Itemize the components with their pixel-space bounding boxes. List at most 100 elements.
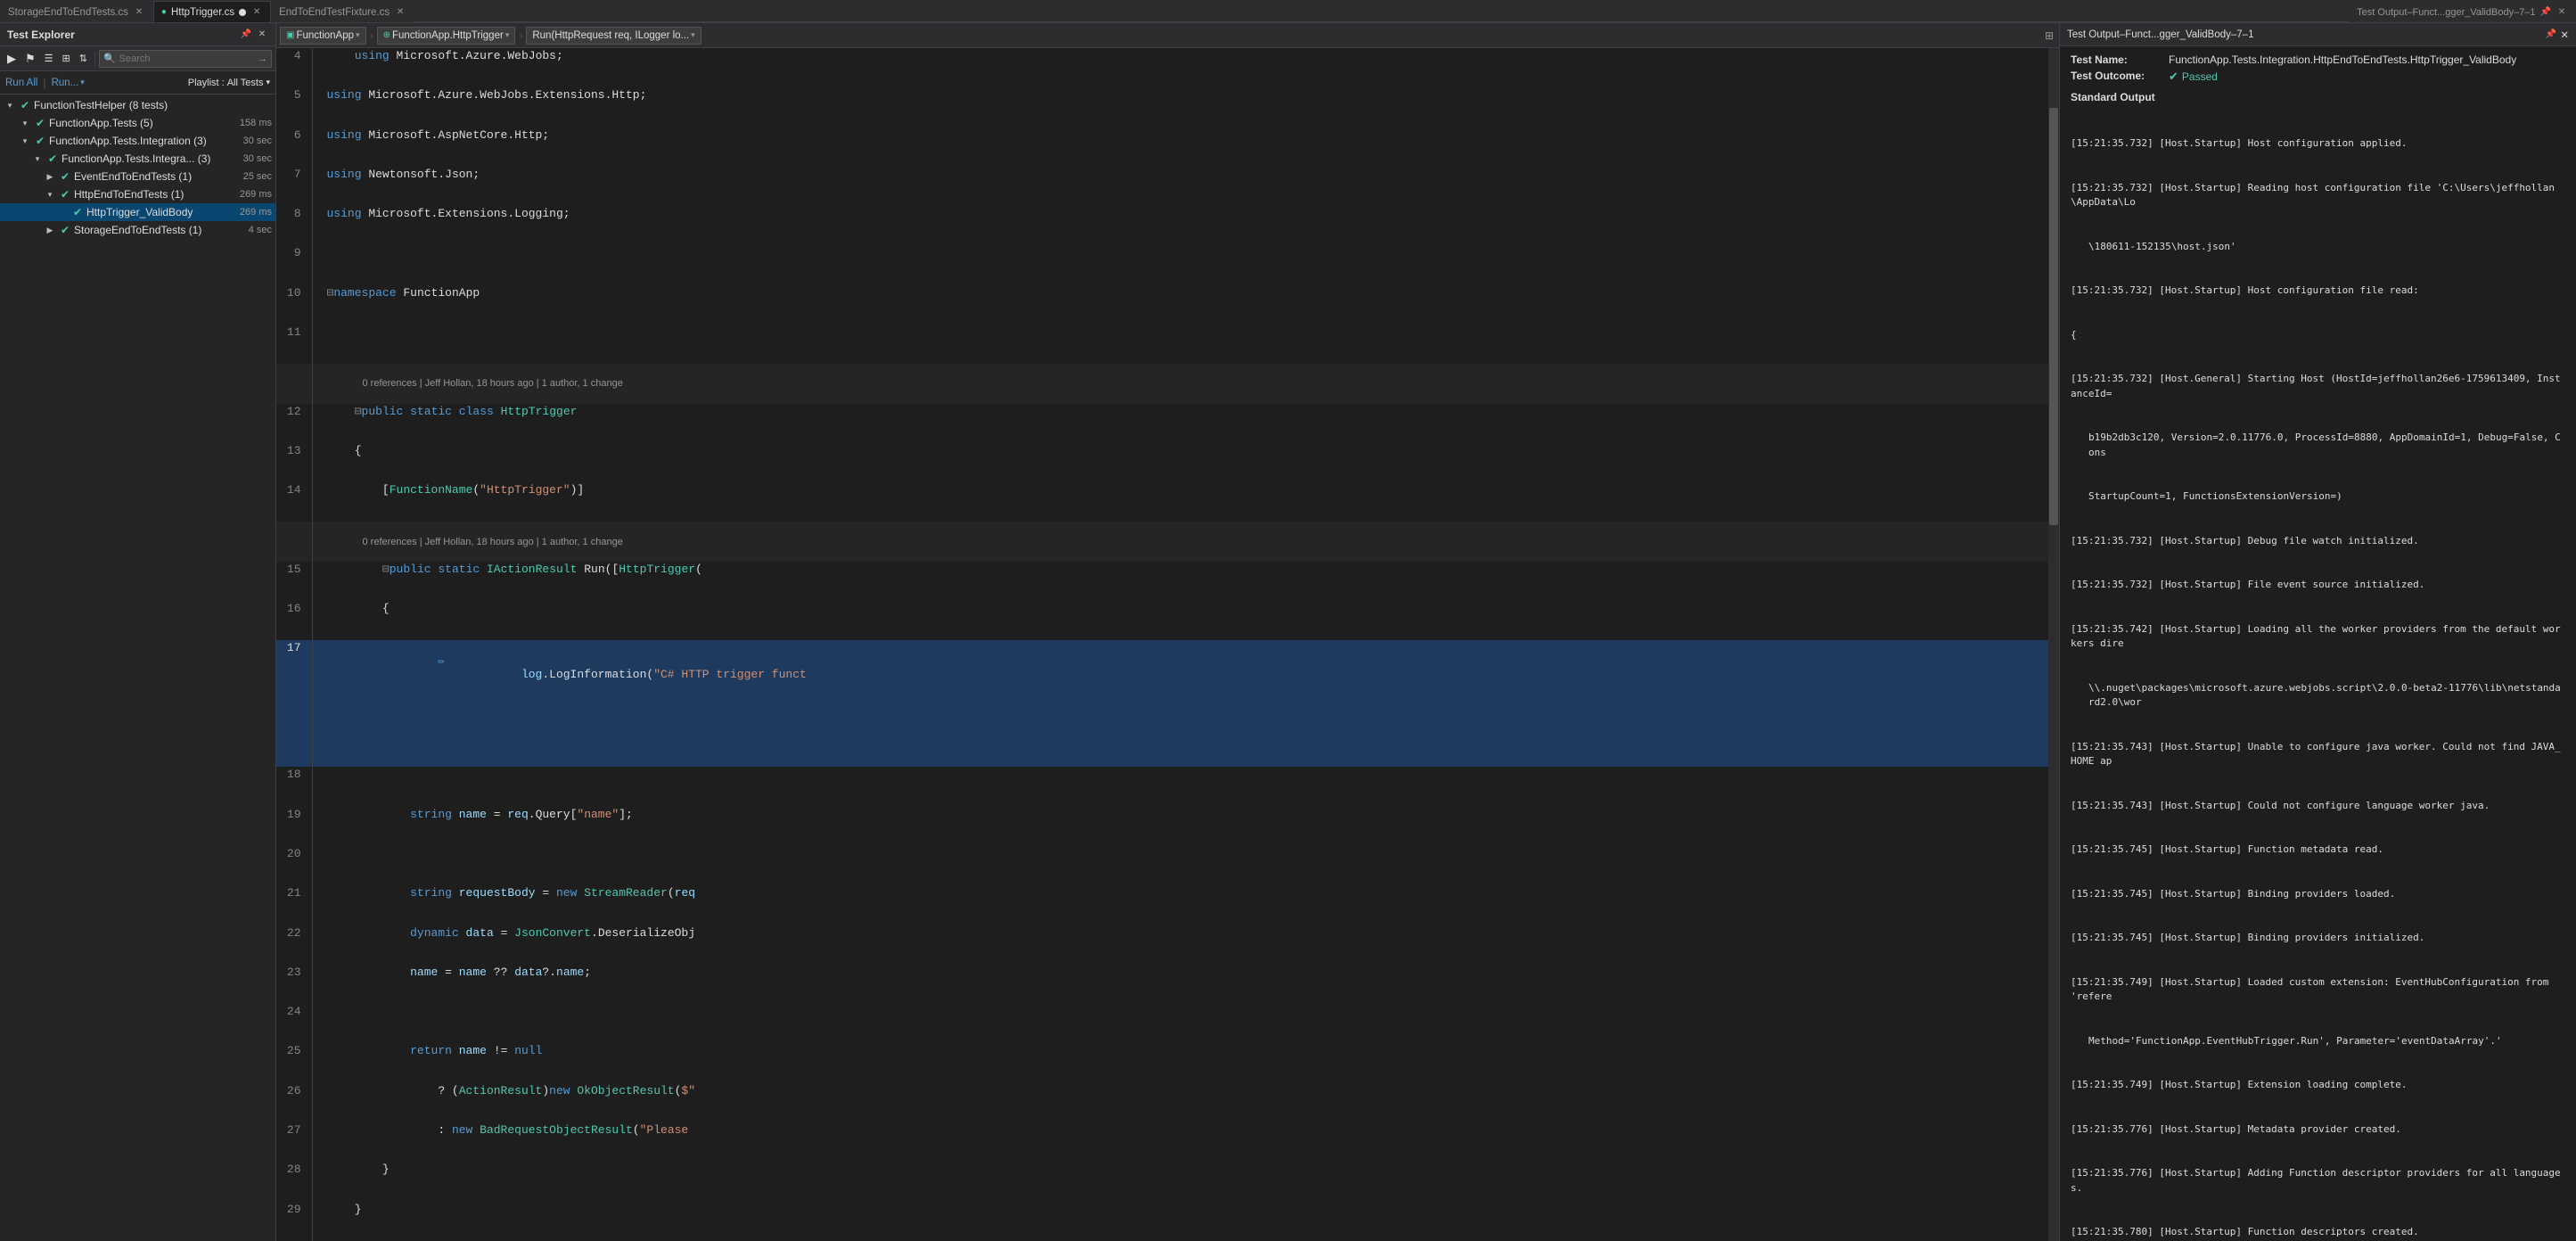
tab-httptrigger[interactable]: ● HttpTrigger.cs ✕ [153, 1, 271, 22]
log-line-4c: StartupCount=1, FunctionsExtensionVersio… [2071, 489, 2565, 505]
tree-item-httpendtoend[interactable]: ▾ ✔ HttpEndToEndTests (1) 269 ms [0, 185, 275, 203]
log-line-11: [15:21:35.745] [Host.Startup] Binding pr… [2071, 887, 2565, 902]
breadcrumb-2[interactable]: ⊕ FunctionApp.HttpTrigger ▾ [377, 27, 516, 45]
item-label-3: FunctionApp.Tests.Integra... (3) [62, 152, 237, 165]
tab-httptrigger-modified [239, 9, 246, 16]
toolbar-icon-debug[interactable]: ⚑ [21, 50, 39, 68]
pass-text: Passed [2182, 70, 2218, 83]
status-icon-7: ✔ [59, 224, 71, 236]
tab-storage[interactable]: StorageEndToEndTests.cs ✕ [0, 1, 153, 22]
tree-item-storageendtoend[interactable]: ▶ ✔ StorageEndToEndTests (1) 4 sec [0, 221, 275, 239]
code-line-8: 8 using Microsoft.Extensions.Logging; [276, 206, 2048, 245]
tab-storage-label: StorageEndToEndTests.cs [8, 7, 128, 18]
test-toolbar: ▶ ⚑ ☰ ⊞ ⇅ 🔍 → [0, 46, 275, 71]
item-duration-7: 4 sec [245, 225, 272, 235]
code-line-9: 9 [276, 245, 2048, 284]
item-label-6: HttpTrigger_ValidBody [86, 206, 234, 218]
expand-icon-4[interactable]: ▶ [44, 170, 56, 183]
pin-icon-left[interactable]: 📌 [240, 29, 252, 41]
tab-endtoend-label: EndToEndTestFixture.cs [279, 7, 390, 18]
chevron-3: ▾ [691, 30, 695, 40]
log-line-6: [15:21:35.732] [Host.Startup] File event… [2071, 578, 2565, 593]
search-box[interactable]: 🔍 → [99, 50, 272, 68]
toolbar-icon-group[interactable]: ⊞ [59, 51, 74, 66]
test-output-title-bar: Test Output–Funct...gger_ValidBody–7–1 📌… [2060, 23, 2576, 46]
pin-icon[interactable]: 📌 [2540, 7, 2551, 17]
code-editor-panel: ▣ FunctionApp ▾ › ⊕ FunctionApp.HttpTrig… [276, 23, 2059, 1241]
log-line-1: [15:21:35.732] [Host.Startup] Host confi… [2071, 136, 2565, 152]
expand-icon-3[interactable]: ▾ [31, 152, 44, 165]
search-submit-icon[interactable]: → [258, 53, 267, 64]
search-input[interactable] [119, 53, 254, 64]
tree-item-functiontesthelper[interactable]: ▾ ✔ FunctionTestHelper (8 tests) [0, 96, 275, 114]
expand-icon-1[interactable]: ▾ [19, 117, 31, 129]
code-line-17: 17 ✏ log.LogInformation("C# HTTP trigger… [276, 640, 2048, 767]
playlist-arrow[interactable]: ▾ [266, 78, 270, 87]
code-vertical-scrollbar[interactable] [2048, 48, 2059, 1241]
playlist-link[interactable]: All Tests [227, 78, 264, 88]
item-label-1: FunctionApp.Tests (5) [49, 117, 234, 129]
toolbar-icon-run[interactable]: ▶ [4, 50, 20, 68]
item-label-2: FunctionApp.Tests.Integration (3) [49, 135, 237, 147]
tree-item-eventendtoend[interactable]: ▶ ✔ EventEndToEndTests (1) 25 sec [0, 168, 275, 185]
tab-httptrigger-label: HttpTrigger.cs [171, 7, 234, 18]
tab-storage-close[interactable]: ✕ [133, 6, 145, 19]
log-line-13b: Method='FunctionApp.EventHubTrigger.Run'… [2071, 1034, 2565, 1049]
breadcrumb-1-label: FunctionApp [296, 30, 354, 41]
expand-icon-7[interactable]: ▶ [44, 224, 56, 236]
test-output-title-label: Test Output–Funct...gger_ValidBody–7–1 [2067, 29, 2253, 40]
code-content-area[interactable]: 4 using Microsoft.Azure.WebJobs; 5 using… [276, 48, 2059, 1241]
code-line-29: 29 } [276, 1202, 2048, 1241]
close-icon-right[interactable]: ✕ [2560, 29, 2569, 41]
code-line-26: 26 ? (ActionResult)new OkObjectResult($" [276, 1083, 2048, 1122]
test-explorer-title: Test Explorer [7, 29, 75, 41]
standard-output-title: Standard Output [2071, 91, 2565, 103]
log-line-17: [15:21:35.780] [Host.Startup] Function d… [2071, 1225, 2565, 1240]
test-tree: ▾ ✔ FunctionTestHelper (8 tests) ▾ ✔ Fun… [0, 95, 275, 1241]
close-icon-left[interactable]: ✕ [256, 29, 268, 41]
log-line-15: [15:21:35.776] [Host.Startup] Metadata p… [2071, 1122, 2565, 1138]
toolbar-icon-sort[interactable]: ⇅ [76, 51, 91, 66]
standard-output-section: Standard Output [15:21:35.732] [Host.Sta… [2071, 91, 2565, 1241]
status-icon-2: ✔ [34, 135, 46, 147]
code-info-1: 0 references | Jeff Hollan, 18 hours ago… [276, 364, 2048, 403]
expand-editor-icon[interactable]: ⊞ [2043, 28, 2055, 44]
code-line-27: 27 : new BadRequestObjectResult("Please [276, 1122, 2048, 1162]
tab-httptrigger-close[interactable]: ✕ [250, 6, 263, 19]
log-line-7b: \\.nuget\packages\microsoft.azure.webjob… [2071, 681, 2565, 711]
tree-item-integra3[interactable]: ▾ ✔ FunctionApp.Tests.Integra... (3) 30 … [0, 150, 275, 168]
code-line-15: 15 ⊟public static IActionResult Run([Htt… [276, 562, 2048, 601]
tree-item-integration3[interactable]: ▾ ✔ FunctionApp.Tests.Integration (3) 30… [0, 132, 275, 150]
status-icon-6: ✔ [71, 206, 84, 218]
log-line-5: [15:21:35.732] [Host.Startup] Debug file… [2071, 534, 2565, 549]
breadcrumb-3-label: Run(HttpRequest req, ILogger lo... [532, 30, 689, 41]
code-line-6: 6 using Microsoft.AspNetCore.Http; [276, 127, 2048, 167]
run-bar: Run All | Run... ▾ Playlist : All Tests … [0, 71, 275, 95]
log-line-2b: \180611-152135\host.json' [2071, 240, 2565, 255]
run-all-link[interactable]: Run All [5, 78, 37, 88]
run-dropdown[interactable]: Run... ▾ [52, 78, 85, 88]
tab-test-output-close[interactable]: ✕ [2555, 6, 2568, 19]
code-scrollbar-thumb [2049, 108, 2058, 525]
tree-item-tests5[interactable]: ▾ ✔ FunctionApp.Tests (5) 158 ms [0, 114, 275, 132]
log-line-3b: { [2071, 328, 2565, 343]
tab-test-output[interactable]: Test Output–Funct...gger_ValidBody–7–1 📌… [2349, 1, 2576, 22]
code-line-10: 10 ⊟namespace FunctionApp [276, 285, 2048, 325]
expand-icon-5[interactable]: ▾ [44, 188, 56, 201]
expand-icon-0[interactable]: ▾ [4, 99, 16, 111]
tab-endtoend[interactable]: EndToEndTestFixture.cs ✕ [271, 1, 414, 22]
tree-item-httptrigger-validbody[interactable]: ✔ HttpTrigger_ValidBody 269 ms [0, 203, 275, 221]
playlist-prefix: Playlist : [188, 78, 225, 88]
toolbar-icon-list[interactable]: ☰ [41, 51, 57, 66]
test-explorer-title-bar: Test Explorer 📌 ✕ [0, 23, 275, 46]
item-duration-4: 25 sec [240, 171, 272, 182]
test-name-row: Test Name: FunctionApp.Tests.Integration… [2071, 53, 2565, 66]
item-duration-6: 269 ms [236, 207, 272, 218]
code-line-11: 11 [276, 325, 2048, 364]
breadcrumb-1[interactable]: ▣ FunctionApp ▾ [280, 27, 366, 45]
breadcrumb-3[interactable]: Run(HttpRequest req, ILogger lo... ▾ [526, 27, 701, 45]
pin-icon-right[interactable]: 📌 [2546, 29, 2556, 39]
tab-endtoend-close[interactable]: ✕ [394, 6, 406, 19]
code-line-24: 24 [276, 1004, 2048, 1043]
expand-icon-2[interactable]: ▾ [19, 135, 31, 147]
